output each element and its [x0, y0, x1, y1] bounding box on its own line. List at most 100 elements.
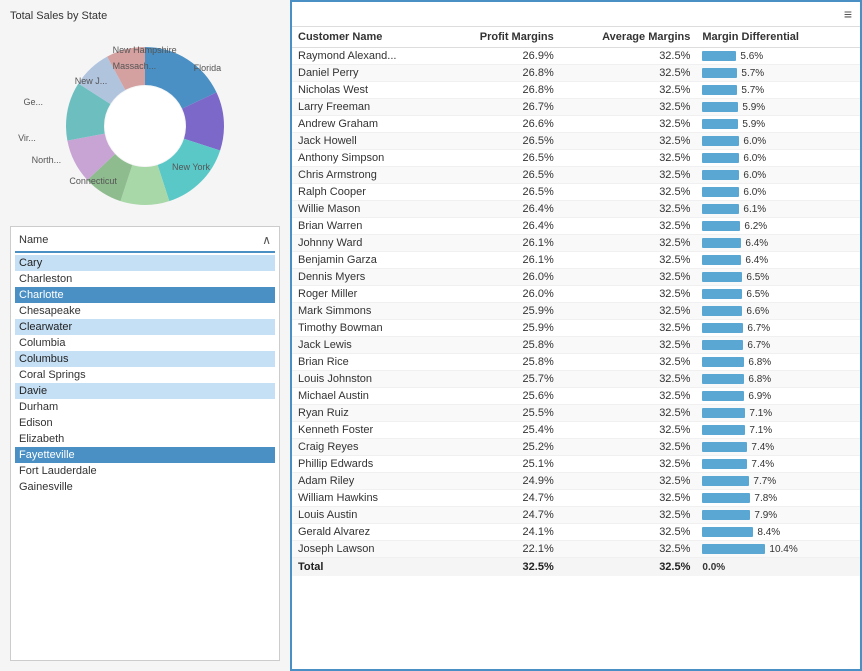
margin-diff-cell: 7.8%: [696, 490, 860, 507]
avg-margin-cell: 32.5%: [560, 337, 697, 354]
customer-name-cell: Johnny Ward: [292, 235, 443, 252]
customer-name-cell: Brian Warren: [292, 218, 443, 235]
customer-name-cell: Larry Freeman: [292, 99, 443, 116]
col-profit-margins[interactable]: Profit Margins: [443, 27, 560, 48]
list-item[interactable]: Columbus: [15, 351, 275, 367]
right-panel: ≡ Customer Name Profit Margins Average M…: [290, 0, 862, 671]
margin-diff-cell: 7.4%: [696, 439, 860, 456]
list-item[interactable]: Durham: [15, 399, 275, 415]
table-row[interactable]: Daniel Perry26.8%32.5%5.7%: [292, 65, 860, 82]
table-row[interactable]: Raymond Alexand...26.9%32.5%5.6%: [292, 48, 860, 65]
table-row[interactable]: Kenneth Foster25.4%32.5%7.1%: [292, 422, 860, 439]
table-row[interactable]: Nicholas West26.8%32.5%5.7%: [292, 82, 860, 99]
profit-margin-cell: 26.9%: [443, 48, 560, 65]
list-item[interactable]: Coral Springs: [15, 367, 275, 383]
list-item[interactable]: Fort Lauderdale: [15, 463, 275, 479]
table-row[interactable]: Willie Mason26.4%32.5%6.1%: [292, 201, 860, 218]
customer-name-cell: Dennis Myers: [292, 269, 443, 286]
avg-margin-cell: 32.5%: [560, 541, 697, 558]
hamburger-icon[interactable]: ≡: [844, 6, 852, 22]
profit-margin-cell: 26.4%: [443, 218, 560, 235]
profit-margin-cell: 25.7%: [443, 371, 560, 388]
table-row[interactable]: Timothy Bowman25.9%32.5%6.7%: [292, 320, 860, 337]
table-row[interactable]: Gerald Alvarez24.1%32.5%8.4%: [292, 524, 860, 541]
avg-margin-cell: 32.5%: [560, 456, 697, 473]
customer-name-cell: Roger Miller: [292, 286, 443, 303]
list-item[interactable]: Davie: [15, 383, 275, 399]
table-row[interactable]: Johnny Ward26.1%32.5%6.4%: [292, 235, 860, 252]
table-row[interactable]: Louis Austin24.7%32.5%7.9%: [292, 507, 860, 524]
profit-margin-cell: 22.1%: [443, 541, 560, 558]
table-row[interactable]: Larry Freeman26.7%32.5%5.9%: [292, 99, 860, 116]
margin-diff-cell: 6.7%: [696, 337, 860, 354]
customer-name-cell: Joseph Lawson: [292, 541, 443, 558]
list-item[interactable]: Elizabeth: [15, 431, 275, 447]
table-row[interactable]: Joseph Lawson22.1%32.5%10.4%: [292, 541, 860, 558]
donut-svg: [55, 36, 235, 216]
donut-label-ge: Ge...: [24, 97, 44, 107]
table-row[interactable]: Adam Riley24.9%32.5%7.7%: [292, 473, 860, 490]
sort-icon[interactable]: ∧: [262, 233, 271, 247]
table-row[interactable]: Dennis Myers26.0%32.5%6.5%: [292, 269, 860, 286]
footer-avg: 32.5%: [560, 558, 697, 577]
footer-label: Total: [292, 558, 443, 577]
list-item[interactable]: Columbia: [15, 335, 275, 351]
customer-name-cell: Craig Reyes: [292, 439, 443, 456]
list-item[interactable]: Cary: [15, 255, 275, 271]
table-wrapper[interactable]: Customer Name Profit Margins Average Mar…: [292, 27, 860, 669]
profit-margin-cell: 25.1%: [443, 456, 560, 473]
left-panel: Total Sales by State New Hampshire Massa…: [0, 0, 290, 671]
table-row[interactable]: Roger Miller26.0%32.5%6.5%: [292, 286, 860, 303]
profit-margin-cell: 26.8%: [443, 82, 560, 99]
margin-diff-cell: 6.1%: [696, 201, 860, 218]
list-item[interactable]: Clearwater: [15, 319, 275, 335]
table-row[interactable]: Mark Simmons25.9%32.5%6.6%: [292, 303, 860, 320]
table-row[interactable]: Phillip Edwards25.1%32.5%7.4%: [292, 456, 860, 473]
col-average-margins[interactable]: Average Margins: [560, 27, 697, 48]
customer-name-cell: Andrew Graham: [292, 116, 443, 133]
avg-margin-cell: 32.5%: [560, 524, 697, 541]
table-row[interactable]: Brian Warren26.4%32.5%6.2%: [292, 218, 860, 235]
avg-margin-cell: 32.5%: [560, 269, 697, 286]
profit-margin-cell: 25.4%: [443, 422, 560, 439]
table-row[interactable]: Anthony Simpson26.5%32.5%6.0%: [292, 150, 860, 167]
table-row[interactable]: Chris Armstrong26.5%32.5%6.0%: [292, 167, 860, 184]
profit-margin-cell: 25.8%: [443, 354, 560, 371]
table-row[interactable]: Louis Johnston25.7%32.5%6.8%: [292, 371, 860, 388]
customer-name-cell: Benjamin Garza: [292, 252, 443, 269]
table-row[interactable]: Andrew Graham26.6%32.5%5.9%: [292, 116, 860, 133]
city-list-header-text: Name: [19, 234, 48, 246]
list-item[interactable]: Charleston: [15, 271, 275, 287]
list-item[interactable]: Gainesville: [15, 479, 275, 495]
table-row[interactable]: William Hawkins24.7%32.5%7.8%: [292, 490, 860, 507]
profit-margin-cell: 25.8%: [443, 337, 560, 354]
col-customer-name[interactable]: Customer Name: [292, 27, 443, 48]
list-item[interactable]: Charlotte: [15, 287, 275, 303]
margin-diff-cell: 6.7%: [696, 320, 860, 337]
profit-margin-cell: 24.7%: [443, 507, 560, 524]
table-row[interactable]: Jack Lewis25.8%32.5%6.7%: [292, 337, 860, 354]
table-row[interactable]: Benjamin Garza26.1%32.5%6.4%: [292, 252, 860, 269]
table-row[interactable]: Brian Rice25.8%32.5%6.8%: [292, 354, 860, 371]
profit-margin-cell: 26.1%: [443, 252, 560, 269]
col-margin-differential[interactable]: Margin Differential: [696, 27, 860, 48]
profit-margin-cell: 25.5%: [443, 405, 560, 422]
margin-diff-cell: 6.4%: [696, 252, 860, 269]
list-item[interactable]: Edison: [15, 415, 275, 431]
profit-margin-cell: 26.0%: [443, 286, 560, 303]
customer-name-cell: Ralph Cooper: [292, 184, 443, 201]
table-row[interactable]: Michael Austin25.6%32.5%6.9%: [292, 388, 860, 405]
avg-margin-cell: 32.5%: [560, 507, 697, 524]
list-item[interactable]: Fayetteville: [15, 447, 275, 463]
avg-margin-cell: 32.5%: [560, 133, 697, 150]
margin-diff-cell: 7.1%: [696, 422, 860, 439]
table-footer: Total32.5%32.5%0.0%: [292, 558, 860, 577]
margin-diff-cell: 8.4%: [696, 524, 860, 541]
city-list-scroll[interactable]: CaryCharlestonCharlotteChesapeakeClearwa…: [15, 255, 275, 535]
margin-diff-cell: 6.5%: [696, 269, 860, 286]
list-item[interactable]: Chesapeake: [15, 303, 275, 319]
table-row[interactable]: Ryan Ruiz25.5%32.5%7.1%: [292, 405, 860, 422]
table-row[interactable]: Jack Howell26.5%32.5%6.0%: [292, 133, 860, 150]
table-row[interactable]: Ralph Cooper26.5%32.5%6.0%: [292, 184, 860, 201]
table-row[interactable]: Craig Reyes25.2%32.5%7.4%: [292, 439, 860, 456]
